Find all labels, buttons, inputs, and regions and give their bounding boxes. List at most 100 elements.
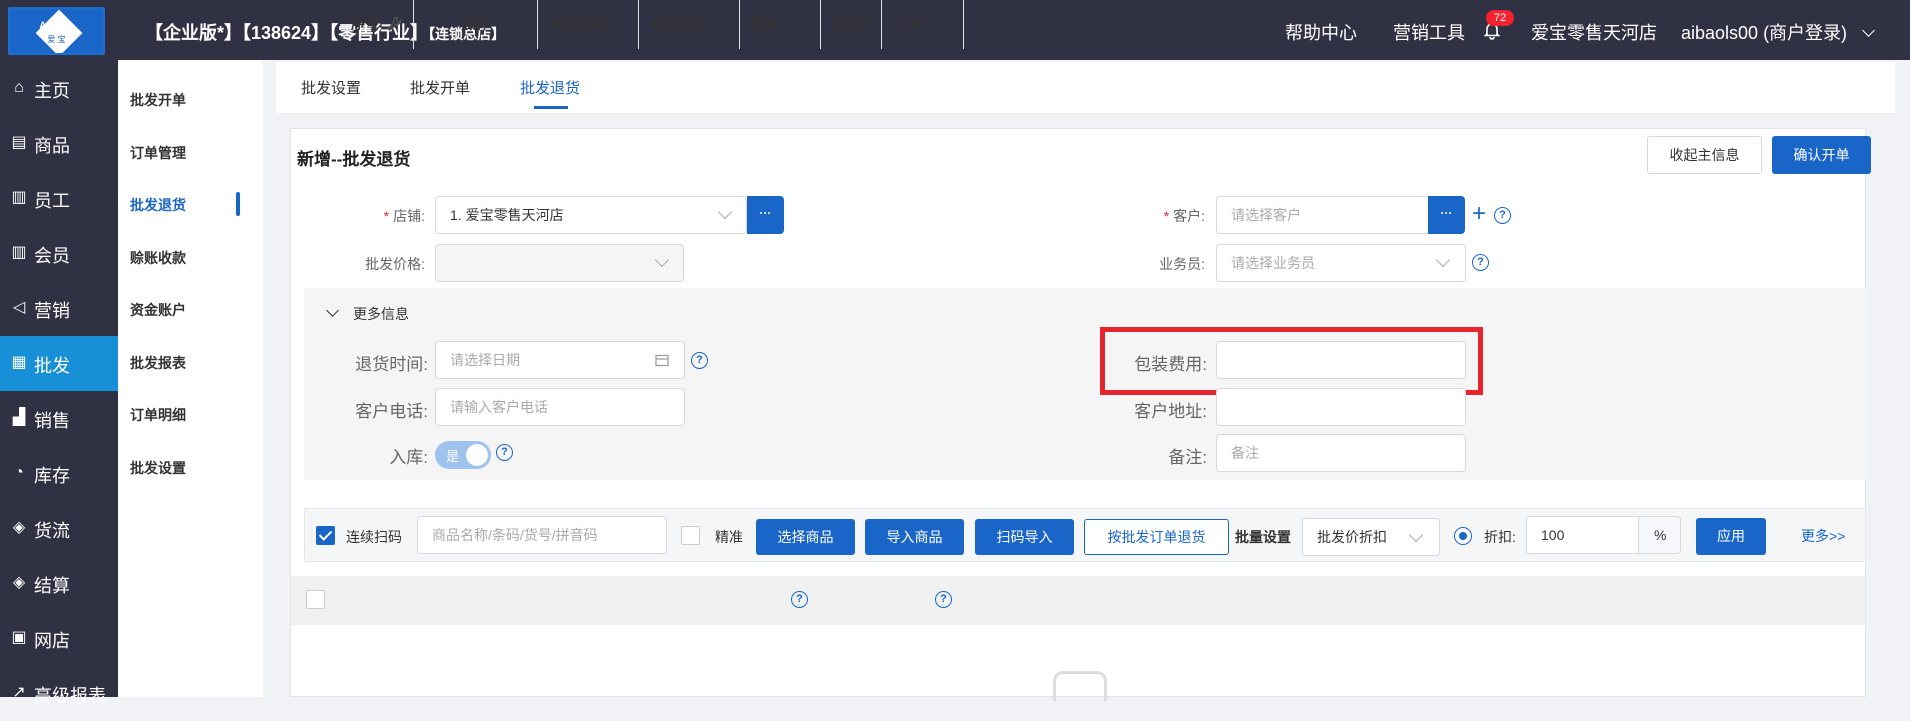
col-goods-name: 商品名称	[539, 0, 639, 49]
submenu-item[interactable]: 批发退货	[130, 195, 186, 215]
sales-select[interactable]: 请选择业务员	[1216, 244, 1466, 282]
help-icon[interactable]: ?	[1472, 254, 1489, 271]
col-subtotal: 小计	[883, 0, 964, 49]
confirm-order-button[interactable]: 确认开单	[1772, 136, 1871, 174]
submenu-item[interactable]: 订单明细	[130, 405, 186, 425]
customer-select[interactable]: 请选择客户	[1216, 196, 1429, 234]
select-goods-button[interactable]: 选择商品	[756, 519, 855, 555]
sidebar-item-icon: ▥	[11, 189, 27, 206]
col-action: 操作	[415, 0, 538, 49]
apply-button[interactable]: 应用	[1696, 518, 1766, 555]
sidebar-item[interactable]: ▤ 商品	[0, 116, 118, 171]
percent-suffix: %	[1638, 516, 1681, 554]
sidebar-item[interactable]: ▥ 员工	[0, 171, 118, 226]
sidebar-item-label: 结算	[34, 576, 70, 596]
col-return-price: 退货价	[822, 0, 882, 49]
customer-picker-button[interactable]: ···	[1428, 196, 1465, 234]
col-quantity: 数量	[741, 0, 821, 49]
marketing-tools-link[interactable]: 营销工具	[1393, 19, 1465, 45]
add-customer-icon[interactable]: +	[1472, 202, 1486, 226]
continuous-scan-checkbox[interactable]	[316, 526, 335, 545]
help-icon[interactable]: ?	[791, 591, 808, 608]
sidebar-item-icon: ⌂	[14, 79, 24, 96]
goods-search-input[interactable]: 商品名称/条码/货号/拼音码	[417, 516, 667, 554]
sidebar-item[interactable]: ▦ 批发	[0, 336, 118, 391]
sidebar-item[interactable]: ▣ 网店	[0, 611, 118, 666]
sidebar-item-icon: ▦	[11, 354, 27, 371]
logo-text: AIBAO	[39, 20, 74, 30]
submenu-item[interactable]: 订单管理	[130, 143, 186, 163]
submenu-item[interactable]: 资金账户	[130, 300, 186, 320]
return-date-input[interactable]: 请选择日期	[435, 341, 685, 379]
sidebar-item-label: 营销	[34, 301, 70, 321]
scan-import-button[interactable]: 扫码导入	[975, 519, 1074, 555]
exact-match-label: 精准	[715, 529, 743, 545]
sidebar-item[interactable]: ↗ 高级报表	[0, 666, 118, 721]
sidebar-item-label: 主页	[34, 81, 70, 101]
store-select[interactable]: 1. 爱宝零售天河店	[435, 196, 747, 234]
aibao-logo[interactable]: AIBAO 爱 宝	[8, 7, 105, 55]
stock-in-label: 入库:	[389, 448, 428, 467]
store-picker-button[interactable]: ···	[747, 196, 784, 234]
tab-wholesale-settings[interactable]: 批发设置	[301, 77, 361, 98]
store-name[interactable]: 爱宝零售天河店	[1531, 19, 1657, 45]
return-time-label: 退货时间:	[355, 355, 428, 374]
submenu-item[interactable]: 批发开单	[130, 90, 186, 110]
customer-phone-label: 客户电话:	[355, 402, 428, 421]
submenu-item[interactable]: 批发报表	[130, 353, 186, 373]
sidebar-item-label: 批发	[34, 356, 70, 376]
submenu-item[interactable]: 赊账收款	[130, 248, 186, 268]
help-icon[interactable]: ?	[1494, 207, 1511, 224]
customer-address-textarea[interactable]	[1216, 388, 1466, 426]
sidebar-item[interactable]: ▥ 会员	[0, 226, 118, 281]
help-icon[interactable]: ?	[496, 444, 513, 461]
sidebar-item[interactable]: ◁ 营销	[0, 281, 118, 336]
remark-input[interactable]: 备注	[1216, 434, 1466, 472]
price-select[interactable]	[435, 244, 684, 282]
user-menu[interactable]: aibaols00 (商户登录)	[1681, 19, 1875, 45]
customer-label: * 客户:	[1163, 208, 1205, 224]
return-by-order-button[interactable]: 按批发订单退货	[1084, 519, 1229, 555]
toggle-label: 是	[446, 449, 460, 464]
more-info-toggle[interactable]: 更多信息	[353, 304, 409, 324]
discount-radio[interactable]	[1454, 527, 1472, 545]
sidebar-item-label: 员工	[34, 191, 70, 211]
sidebar-item[interactable]: ⌂ 主页	[0, 61, 118, 116]
wrench-icon[interactable]	[387, 16, 403, 32]
highlight-box	[1100, 327, 1483, 395]
sidebar-item-label: 库存	[34, 466, 70, 486]
sidebar-item-icon: ▤	[11, 134, 27, 151]
sidebar-item-icon: ▥	[11, 244, 27, 261]
notification-badge: 72	[1486, 10, 1514, 26]
collapse-info-button[interactable]: 收起主信息	[1647, 136, 1762, 174]
stock-in-toggle[interactable]: 是	[435, 441, 491, 469]
sidebar-item[interactable]: ▟ 销售	[0, 391, 118, 446]
customer-phone-input[interactable]: 请输入客户电话	[435, 388, 685, 426]
sidebar-item[interactable]: ◔ 库存	[0, 446, 118, 501]
tab-wholesale-order[interactable]: 批发开单	[410, 77, 470, 98]
more-link[interactable]: 更多>>	[1801, 526, 1845, 546]
batch-setting-label: 批量设置	[1235, 529, 1291, 545]
sidebar-item[interactable]: ◈ 货流	[0, 501, 118, 556]
remark-label: 备注:	[1168, 448, 1207, 467]
sidebar-item[interactable]: ◈ 结算	[0, 556, 118, 611]
help-center-link[interactable]: 帮助中心	[1285, 19, 1357, 45]
col-barcode: 商品条码	[640, 0, 740, 49]
help-icon[interactable]: ?	[935, 591, 952, 608]
submenu-item[interactable]: 批发设置	[130, 458, 186, 478]
toggle-knob	[466, 444, 488, 466]
active-tab-underline	[534, 106, 568, 109]
price-label: 批发价格:	[365, 256, 425, 272]
customer-address-label: 客户地址:	[1134, 402, 1207, 421]
sidebar-item-icon: ◁	[12, 299, 26, 316]
discount-input[interactable]: 100	[1526, 516, 1639, 554]
exact-match-checkbox[interactable]	[681, 526, 700, 545]
help-icon[interactable]: ?	[691, 352, 708, 369]
sidebar-item-label: 商品	[34, 136, 70, 156]
sidebar-item-label: 网店	[34, 631, 70, 651]
tab-wholesale-return[interactable]: 批发退货	[520, 77, 580, 98]
import-goods-button[interactable]: 导入商品	[865, 519, 964, 555]
tab-bar	[276, 62, 1895, 114]
sidebar-item-icon: ◈	[12, 574, 26, 591]
select-all-checkbox[interactable]	[306, 590, 325, 609]
